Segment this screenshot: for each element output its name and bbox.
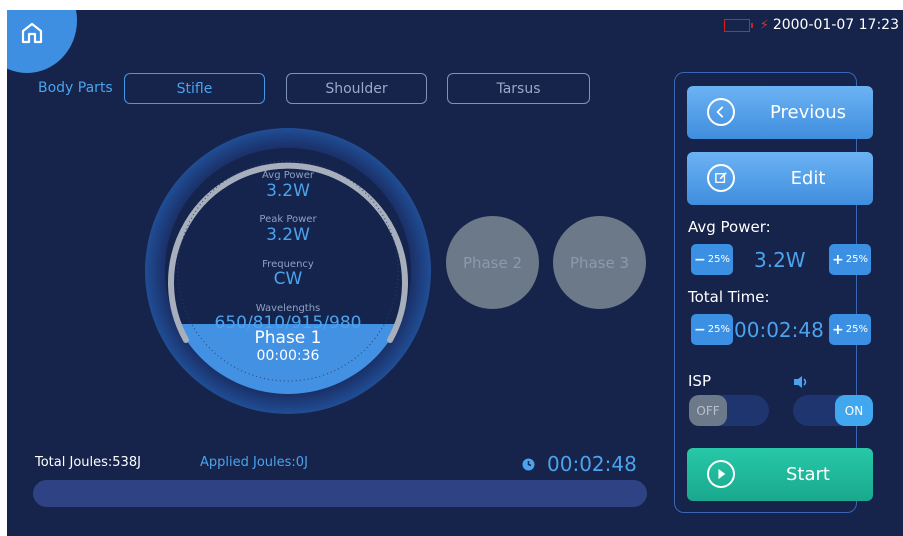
- body-parts-label: Body Parts: [38, 80, 113, 96]
- chevron-left-circle-icon: [707, 98, 735, 126]
- peak-power-value: 3.2W: [266, 225, 310, 245]
- countdown-timer: 00:02:48: [547, 452, 637, 476]
- start-button[interactable]: Start: [687, 448, 873, 501]
- avg-power-increase-button[interactable]: +25%: [829, 244, 871, 275]
- previous-label: Previous: [769, 102, 847, 123]
- sound-toggle-state: ON: [835, 395, 873, 426]
- sound-toggle[interactable]: ON: [793, 395, 873, 426]
- edit-icon: [707, 164, 735, 192]
- peak-power-label: Peak Power: [259, 214, 317, 225]
- speaker-icon: [794, 376, 807, 388]
- treatment-progress-bar: [33, 480, 647, 507]
- start-label: Start: [786, 464, 830, 485]
- avg-power-label: Avg Power: [262, 170, 314, 181]
- frequency-value: CW: [273, 269, 303, 289]
- decrease-label: 25%: [707, 324, 730, 335]
- home-icon: [21, 22, 43, 44]
- phase-3-button[interactable]: Phase 3: [553, 216, 646, 309]
- total-time-label: Total Time:: [688, 288, 770, 306]
- top-bar: ⚡ 2000-01-07 17:23: [7, 10, 903, 73]
- increase-label: 25%: [845, 254, 868, 265]
- battery-icon: [723, 18, 753, 32]
- edit-button[interactable]: Edit: [687, 152, 873, 205]
- avg-power-value: 3.2W: [266, 181, 310, 201]
- body-part-shoulder-button[interactable]: Shoulder: [286, 73, 427, 104]
- avg-power-decrease-button[interactable]: −25%: [691, 244, 733, 275]
- total-time-increase-button[interactable]: +25%: [829, 314, 871, 345]
- edit-label: Edit: [790, 168, 826, 189]
- avg-power-setting-label: Avg Power:: [688, 218, 771, 236]
- previous-button[interactable]: Previous: [687, 86, 873, 139]
- status-bar: ⚡ 2000-01-07 17:23: [723, 17, 899, 33]
- total-time-decrease-button[interactable]: −25%: [691, 314, 733, 345]
- isp-toggle-state: OFF: [689, 395, 727, 426]
- wavelengths-value: 650/810/915/980: [214, 313, 362, 333]
- increase-label: 25%: [845, 324, 868, 335]
- play-circle-icon: [707, 460, 735, 488]
- applied-joules: Applied Joules:0J: [200, 455, 308, 470]
- device-screen: ⚡ 2000-01-07 17:23 Body Parts Stifle Sho…: [7, 10, 903, 536]
- avg-power-setting-value: 3.2W: [754, 248, 806, 272]
- phase-2-button[interactable]: Phase 2: [446, 216, 539, 309]
- home-button[interactable]: [7, 10, 77, 73]
- datetime: 2000-01-07 17:23: [772, 17, 899, 33]
- body-part-stifle-button[interactable]: Stifle: [124, 73, 265, 104]
- total-joules: Total Joules:538J: [35, 455, 141, 470]
- lightning-icon: ⚡: [759, 17, 769, 33]
- clock-icon: [522, 458, 535, 471]
- total-time-value: 00:02:48: [734, 318, 824, 342]
- isp-toggle[interactable]: OFF: [689, 395, 769, 426]
- decrease-label: 25%: [707, 254, 730, 265]
- body-part-tarsus-button[interactable]: Tarsus: [447, 73, 590, 104]
- isp-label: ISP: [688, 372, 711, 390]
